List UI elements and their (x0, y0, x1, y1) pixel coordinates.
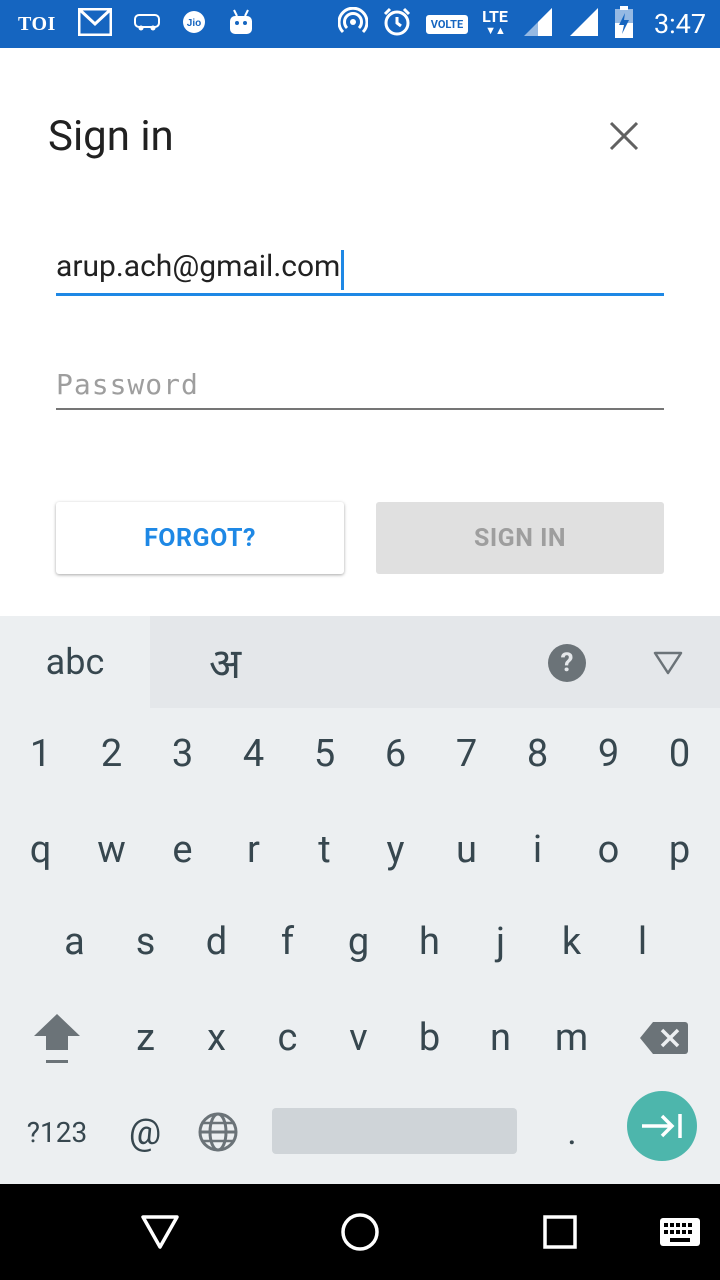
letter-key[interactable]: w (76, 804, 147, 896)
number-key[interactable]: 4 (218, 708, 289, 800)
jio-icon: Jio (182, 10, 206, 38)
home-circle-icon (341, 1213, 379, 1251)
number-key[interactable]: 0 (644, 708, 715, 800)
letter-key[interactable]: m (536, 992, 607, 1084)
next-arrow-icon (642, 1114, 682, 1138)
alarm-icon (382, 7, 412, 41)
keyboard-top-bar: abc अ ? (0, 616, 720, 708)
letter-key[interactable]: b (394, 992, 465, 1084)
home-button[interactable] (330, 1202, 390, 1262)
letter-key[interactable]: h (394, 896, 465, 988)
letter-key[interactable]: r (218, 804, 289, 896)
keyboard: abc अ ? 1234567890 qwertyuiop asdfghjkl … (0, 616, 720, 1184)
shift-icon (34, 1014, 80, 1063)
number-key[interactable]: 1 (5, 708, 76, 800)
shift-key[interactable] (22, 992, 92, 1084)
collapse-keyboard-icon[interactable] (648, 646, 688, 680)
recents-button[interactable] (530, 1202, 590, 1262)
keyboard-icon (660, 1218, 700, 1246)
letter-key[interactable]: y (360, 804, 431, 896)
status-bar: TOI Jio VOLTE LTE ▼▲ 3:47 (0, 0, 720, 48)
password-field[interactable] (56, 362, 664, 406)
keyboard-tab-hindi[interactable]: अ (150, 616, 300, 708)
letter-key[interactable]: x (181, 992, 252, 1084)
hotspot-icon (337, 6, 369, 41)
letter-key[interactable]: i (502, 804, 573, 896)
letter-key[interactable]: k (536, 896, 607, 988)
keyboard-row-z: zxcvbnm (110, 992, 720, 1084)
redbus-icon (133, 12, 160, 36)
symbols-key[interactable]: ?123 (14, 1084, 100, 1180)
letter-key[interactable]: t (289, 804, 360, 896)
number-key[interactable]: 6 (360, 708, 431, 800)
password-field-container (56, 362, 664, 410)
close-icon (609, 121, 639, 151)
navigation-bar (0, 1184, 720, 1280)
backspace-key[interactable] (632, 992, 696, 1084)
letter-key[interactable]: u (431, 804, 502, 896)
letter-key[interactable]: v (323, 992, 394, 1084)
back-button[interactable] (130, 1202, 190, 1262)
space-key[interactable] (272, 1108, 517, 1154)
enter-key[interactable] (627, 1091, 697, 1161)
recents-square-icon (543, 1215, 577, 1249)
globe-icon (198, 1112, 238, 1152)
volte-icon: VOLTE (425, 14, 469, 34)
keyboard-row-a: asdfghjkl (39, 896, 720, 988)
letter-key[interactable]: j (465, 896, 536, 988)
number-key[interactable]: 7 (431, 708, 502, 800)
letter-key[interactable]: s (110, 896, 181, 988)
letter-key[interactable]: l (607, 896, 678, 988)
lte-label: LTE (482, 7, 508, 26)
email-value: arup.ach@gmail.com (56, 249, 341, 284)
keyboard-switch-button[interactable] (650, 1202, 710, 1262)
letter-key[interactable]: c (252, 992, 323, 1084)
email-field[interactable]: arup.ach@gmail.com (56, 244, 664, 296)
lte-icon: LTE ▼▲ (482, 7, 508, 38)
text-cursor (341, 249, 345, 290)
letter-key[interactable]: q (5, 804, 76, 896)
svg-text:Jio: Jio (187, 18, 201, 29)
letter-key[interactable]: e (147, 804, 218, 896)
battery-charging-icon (614, 5, 634, 43)
letter-key[interactable]: g (323, 896, 394, 988)
period-key[interactable]: . (548, 1084, 596, 1180)
keyboard-tab-abc[interactable]: abc (0, 616, 150, 708)
number-key[interactable]: 5 (289, 708, 360, 800)
letter-key[interactable]: d (181, 896, 252, 988)
letter-key[interactable]: a (39, 896, 110, 988)
number-key[interactable]: 2 (76, 708, 147, 800)
clock: 3:47 (653, 8, 706, 40)
letter-key[interactable]: z (110, 992, 181, 1084)
dialog-title: Sign in (48, 112, 174, 161)
letter-key[interactable]: f (252, 896, 323, 988)
gmail-icon (77, 7, 113, 40)
letter-key[interactable]: p (644, 804, 715, 896)
forgot-button[interactable]: FORGOT? (56, 502, 344, 574)
help-icon[interactable]: ? (548, 644, 586, 682)
number-key[interactable]: 3 (147, 708, 218, 800)
backspace-icon (640, 1022, 688, 1054)
language-key[interactable] (190, 1084, 246, 1180)
letter-key[interactable]: o (573, 804, 644, 896)
number-key[interactable]: 9 (573, 708, 644, 800)
signal-icon (522, 6, 554, 42)
number-key[interactable]: 8 (502, 708, 573, 800)
keyboard-row-q: qwertyuiop (5, 804, 720, 896)
toi-icon: TOI (18, 12, 56, 35)
close-button[interactable] (600, 112, 648, 160)
signal-icon (568, 6, 600, 42)
at-key[interactable]: @ (116, 1084, 174, 1180)
keyboard-row-numbers: 1234567890 (5, 708, 720, 800)
letter-key[interactable]: n (465, 992, 536, 1084)
sign-in-button[interactable]: SIGN IN (376, 502, 664, 574)
android-icon (228, 8, 254, 40)
back-triangle-icon (141, 1215, 179, 1249)
